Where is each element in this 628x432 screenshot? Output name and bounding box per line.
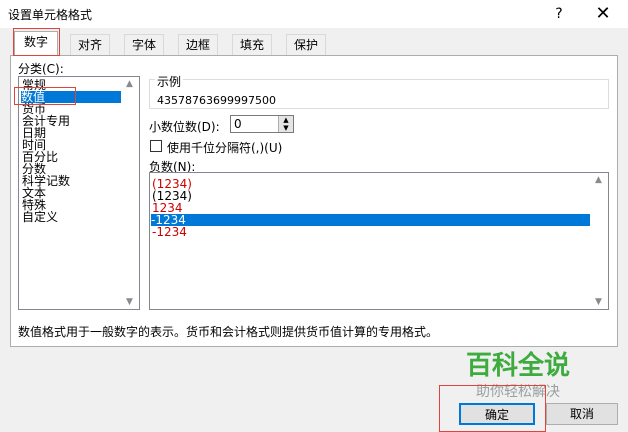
category-item-custom[interactable]: 自定义: [22, 211, 58, 223]
scroll-down-icon[interactable]: ▼: [126, 297, 133, 307]
scroll-up-icon[interactable]: ▲: [595, 175, 602, 185]
scroll-up-icon[interactable]: ▲: [126, 79, 133, 89]
thousands-separator-label[interactable]: 使用千位分隔符(,)(U): [167, 139, 282, 156]
sample-legend: 示例: [155, 73, 184, 90]
negative-scrollbar[interactable]: ▲ ▼: [591, 173, 608, 309]
title-bar: [0, 0, 628, 28]
spin-buttons: ▲ ▼: [278, 116, 293, 132]
watermark-title: 百科全说: [466, 351, 571, 381]
dialog-title: 设置单元格格式: [8, 8, 93, 22]
tab-border[interactable]: 边框: [178, 34, 218, 55]
cancel-button[interactable]: 取消: [546, 403, 618, 425]
ok-highlight-box: [439, 385, 546, 432]
sample-value: 43578763699997500: [157, 94, 276, 107]
negative-item[interactable]: -1234: [152, 226, 187, 238]
thousands-separator-checkbox[interactable]: [150, 140, 162, 152]
category-highlight-box: [14, 87, 76, 105]
decimal-value[interactable]: 0: [234, 117, 242, 131]
category-label: 分类(C):: [18, 62, 64, 76]
decimal-label: 小数位数(D):: [149, 120, 220, 134]
tab-fill[interactable]: 填充: [232, 34, 272, 55]
negative-item-selected[interactable]: -1234: [151, 214, 590, 226]
format-description: 数值格式用于一般数字的表示。货币和会计格式则提供货币值计算的专用格式。: [18, 325, 439, 339]
category-scrollbar[interactable]: ▲ ▼: [122, 77, 139, 309]
negative-number-list[interactable]: (1234) (1234) 1234 -1234 -1234 ▲ ▼: [149, 172, 609, 310]
tab-protection[interactable]: 保护: [286, 34, 326, 55]
tab-font[interactable]: 字体: [124, 34, 164, 55]
close-button[interactable]: ✕: [590, 3, 616, 25]
spin-down-icon[interactable]: ▼: [279, 124, 293, 132]
help-button[interactable]: ?: [548, 4, 570, 24]
scroll-down-icon[interactable]: ▼: [595, 297, 602, 307]
category-list[interactable]: 常规 数值 货币 会计专用 日期 时间 百分比 分数 科学记数 文本 特殊 自定…: [18, 76, 140, 310]
decimal-places-stepper[interactable]: 0 ▲ ▼: [230, 115, 294, 133]
tab-highlight-box: [13, 28, 60, 56]
tab-alignment[interactable]: 对齐: [70, 34, 110, 55]
